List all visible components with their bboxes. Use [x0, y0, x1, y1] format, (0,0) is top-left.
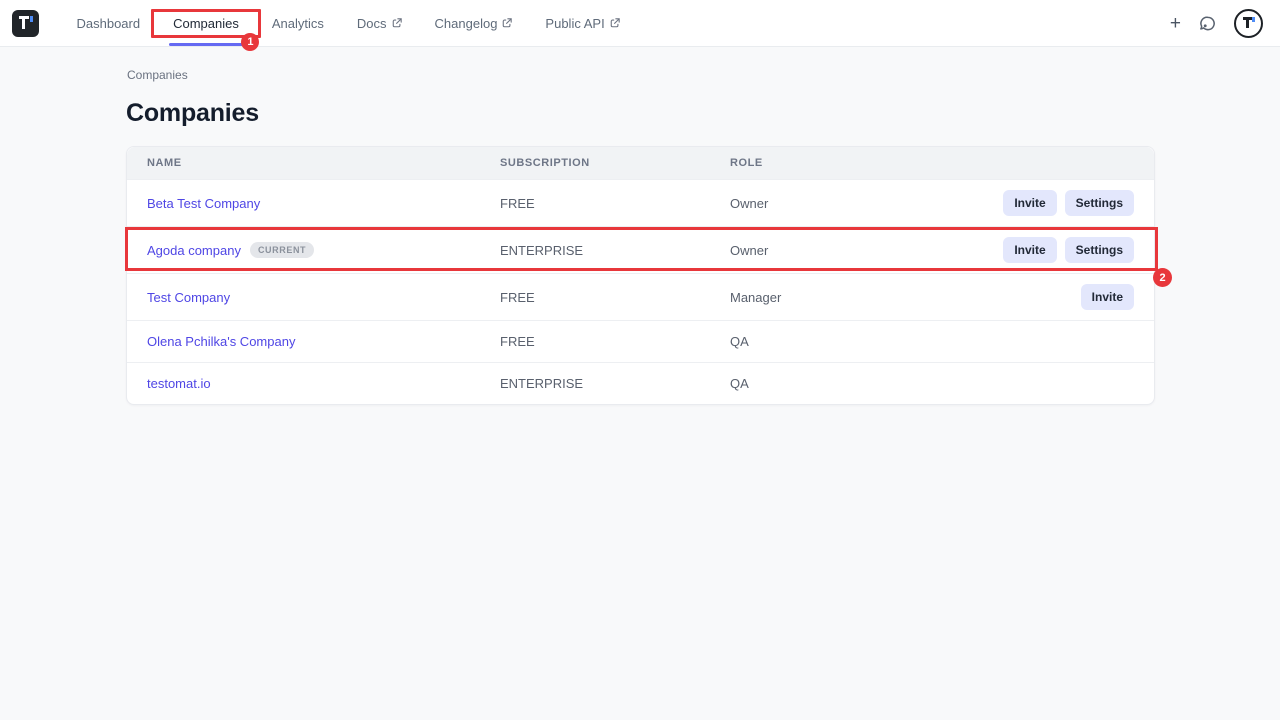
nav-item-dashboard[interactable]: Dashboard — [60, 0, 157, 47]
page-title: Companies — [126, 100, 259, 127]
external-link-icon — [392, 18, 402, 28]
top-navbar: Dashboard Companies 1 Analytics Docs Cha… — [0, 0, 1280, 47]
role-cell: QA — [730, 334, 1134, 349]
subscription-cell: FREE — [500, 334, 730, 349]
role-cell: Manager — [730, 290, 1081, 305]
testomat-logo-icon — [18, 16, 34, 30]
nav-label: Public API — [545, 16, 604, 31]
external-link-icon — [502, 18, 512, 28]
invite-button[interactable]: Invite — [1003, 190, 1056, 215]
company-link[interactable]: Agoda company — [147, 243, 241, 258]
column-header-role: ROLE — [730, 157, 1134, 169]
support-icon[interactable] — [1198, 14, 1217, 33]
subscription-cell: FREE — [500, 196, 730, 211]
current-badge: CURRENT — [250, 242, 314, 258]
subscription-cell: ENTERPRISE — [500, 376, 730, 391]
active-tab-indicator — [169, 43, 246, 46]
nav-label: Changelog — [435, 16, 498, 31]
settings-button[interactable]: Settings — [1065, 190, 1134, 215]
nav-item-public-api[interactable]: Public API — [529, 0, 636, 47]
settings-button[interactable]: Settings — [1065, 237, 1134, 262]
table-row-current: Agoda company CURRENT ENTERPRISE Owner I… — [127, 226, 1154, 273]
app-logo[interactable] — [12, 10, 39, 37]
testomat-logo-icon — [1242, 17, 1255, 29]
role-cell: Owner — [730, 196, 1003, 211]
table-row: Test Company FREE Manager Invite — [127, 273, 1154, 320]
nav-label: Docs — [357, 16, 387, 31]
table-row: testomat.io ENTERPRISE QA — [127, 362, 1154, 404]
nav-item-docs[interactable]: Docs — [340, 0, 418, 47]
table-header-row: NAME SUBSCRIPTION ROLE — [127, 147, 1154, 179]
nav-item-changelog[interactable]: Changelog — [418, 0, 529, 47]
table-row: Beta Test Company FREE Owner Invite Sett… — [127, 179, 1154, 226]
subscription-cell: FREE — [500, 290, 730, 305]
user-avatar[interactable] — [1234, 9, 1263, 38]
nav-label: Companies — [173, 16, 239, 31]
company-link[interactable]: Test Company — [147, 290, 230, 305]
add-icon[interactable]: + — [1170, 14, 1181, 33]
company-link[interactable]: testomat.io — [147, 376, 211, 391]
role-cell: QA — [730, 376, 1134, 391]
role-cell: Owner — [730, 243, 1003, 258]
annotation-step-badge-2: 2 — [1153, 268, 1172, 287]
company-link[interactable]: Olena Pchilka's Company — [147, 334, 295, 349]
nav-label: Dashboard — [77, 16, 141, 31]
breadcrumb: Companies — [127, 68, 188, 82]
invite-button[interactable]: Invite — [1003, 237, 1056, 262]
nav-item-companies[interactable]: Companies 1 — [157, 0, 256, 47]
companies-table: NAME SUBSCRIPTION ROLE Beta Test Company… — [126, 146, 1155, 405]
page-content: Companies Companies NAME SUBSCRIPTION RO… — [0, 47, 1280, 720]
column-header-subscription: SUBSCRIPTION — [500, 157, 730, 169]
column-header-name: NAME — [147, 157, 500, 169]
invite-button[interactable]: Invite — [1081, 284, 1134, 309]
company-link[interactable]: Beta Test Company — [147, 196, 260, 211]
main-nav: Dashboard Companies 1 Analytics Docs Cha… — [60, 0, 636, 47]
external-link-icon — [610, 18, 620, 28]
navbar-right-actions: + — [1170, 9, 1268, 38]
subscription-cell: ENTERPRISE — [500, 243, 730, 258]
nav-label: Analytics — [272, 16, 324, 31]
table-row: Olena Pchilka's Company FREE QA — [127, 320, 1154, 362]
nav-item-analytics[interactable]: Analytics — [255, 0, 340, 47]
